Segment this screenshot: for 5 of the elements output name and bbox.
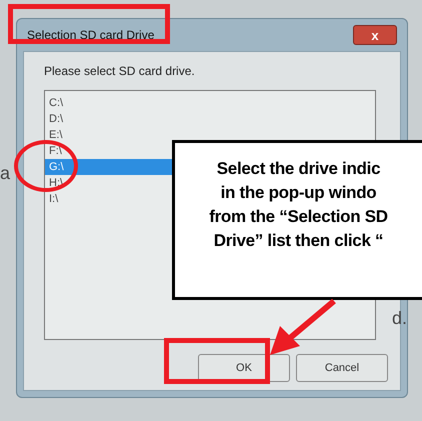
callout-tooltip: Select the drive indic in the pop-up windo from the “Selection SD Drive” list then click “ (172, 140, 422, 300)
window-title: Selection SD card Drive (27, 28, 154, 42)
background-text: d. (392, 308, 408, 329)
background-text: a (0, 163, 10, 184)
prompt-text: Please select SD card drive. (44, 64, 196, 78)
